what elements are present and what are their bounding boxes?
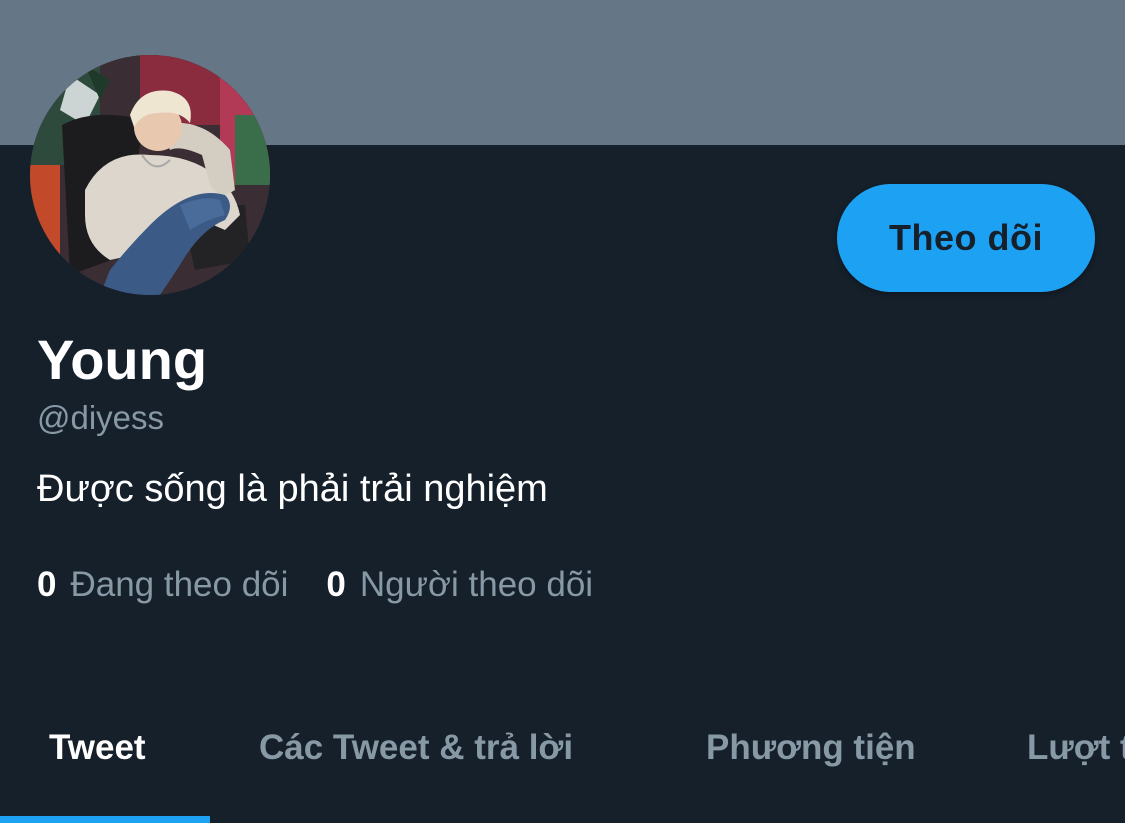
user-handle: @diyess (37, 399, 165, 436)
avatar[interactable] (30, 55, 270, 295)
followers-count: 0 (326, 565, 346, 604)
display-name: Young (37, 328, 208, 391)
avatar-photo (30, 55, 270, 295)
follow-button[interactable]: Theo dõi (837, 184, 1095, 292)
profile-page: Theo dõi Young @diyess Được sống là phải… (0, 0, 1125, 823)
following-count: 0 (37, 565, 57, 604)
following-label: Đang theo dõi (70, 565, 289, 604)
follow-button-label: Theo dõi (889, 217, 1043, 258)
following-stat[interactable]: 0 Đang theo dõi (37, 564, 288, 606)
profile-stats: 0 Đang theo dõi 0 Người theo dõi (37, 564, 593, 606)
followers-stat[interactable]: 0 Người theo dõi (326, 564, 593, 606)
tab-likes[interactable]: Lượt thích (1027, 726, 1125, 770)
profile-tabs: Tweet Các Tweet & trả lời Phương tiện Lư… (0, 700, 1125, 823)
profile-bio: Được sống là phải trải nghiệm (37, 468, 548, 510)
tab-media[interactable]: Phương tiện (706, 726, 916, 770)
active-tab-indicator (0, 816, 210, 823)
tab-tweets[interactable]: Tweet (49, 726, 146, 770)
tab-tweets-and-replies[interactable]: Các Tweet & trả lời (259, 726, 573, 770)
followers-label: Người theo dõi (359, 565, 594, 604)
